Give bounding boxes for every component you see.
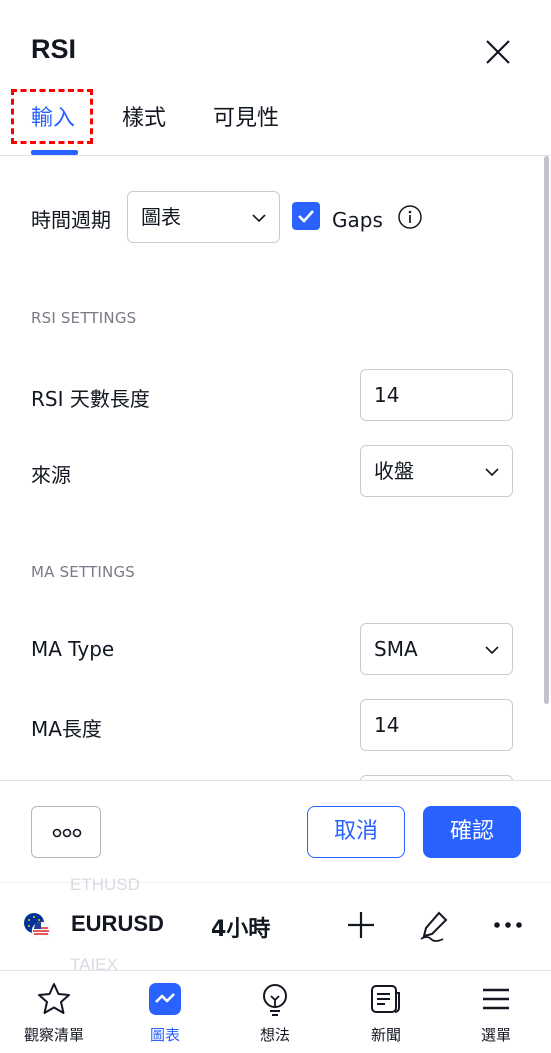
more-dots-icon xyxy=(52,828,82,838)
more-horizontal-icon[interactable] xyxy=(490,907,526,943)
highlight-box xyxy=(11,89,93,144)
star-icon xyxy=(38,983,70,1014)
dialog-title: RSI xyxy=(31,34,77,64)
gaps-label: Gaps xyxy=(332,208,383,232)
lightbulb-icon xyxy=(263,984,287,1016)
timeframe-label: 時間週期 xyxy=(31,208,111,232)
menu-icon xyxy=(483,988,509,1010)
nav-label: 觀察清單 xyxy=(23,1026,84,1044)
source-value: 收盤 xyxy=(374,459,414,483)
nav-ideas[interactable]: 想法 xyxy=(230,971,320,1053)
inputs-panel: 時間週期 圖表 Gaps RSI SETTINGS RSI 天數長度 14 來源… xyxy=(0,156,551,780)
chevron-down-icon xyxy=(485,646,499,655)
dialog-footer: 取消 確認 xyxy=(0,780,551,882)
news-icon xyxy=(371,985,400,1013)
chart-icon xyxy=(149,983,181,1015)
nav-label: 圖表 xyxy=(149,1026,180,1044)
nav-label: 選單 xyxy=(480,1026,511,1044)
close-icon xyxy=(486,40,510,64)
tab-style[interactable]: 樣式 xyxy=(122,100,166,132)
ma-settings-heading: MA SETTINGS xyxy=(31,563,136,581)
rsi-settings-heading: RSI SETTINGS xyxy=(31,309,137,327)
drawing-pen-icon[interactable] xyxy=(417,907,453,943)
chevron-down-icon xyxy=(252,214,266,223)
eu-us-flag-icon xyxy=(22,911,52,941)
nav-watchlist[interactable]: 觀察清單 xyxy=(9,971,99,1053)
checkmark-icon xyxy=(298,210,314,223)
bottom-navigation: 觀察清單 圖表 想法 新聞 選單 xyxy=(0,970,551,1053)
ma-length-input[interactable]: 14 xyxy=(360,699,513,751)
symbol-name[interactable]: EURUSD xyxy=(71,911,164,937)
ghost-symbol-above: ETHUSD xyxy=(70,875,140,894)
scrollbar[interactable] xyxy=(544,156,549,704)
chevron-down-icon xyxy=(485,468,499,477)
timeframe-select[interactable]: 圖表 xyxy=(127,191,280,243)
nav-menu[interactable]: 選單 xyxy=(451,971,541,1053)
timeframe-value: 圖表 xyxy=(141,205,181,229)
ma-type-label: MA Type xyxy=(31,637,115,661)
ma-type-select[interactable]: SMA xyxy=(360,623,513,675)
cancel-button[interactable]: 取消 xyxy=(307,806,405,858)
ma-length-label: MA長度 xyxy=(31,717,102,741)
gaps-checkbox[interactable] xyxy=(292,202,320,230)
symbol-toolbar: ETHUSD TAIEX EURUSD 4小時 xyxy=(0,875,551,974)
add-icon[interactable] xyxy=(343,907,379,943)
rsi-length-label: RSI 天數長度 xyxy=(31,387,150,411)
close-button[interactable] xyxy=(482,36,514,68)
source-label: 來源 xyxy=(31,463,71,487)
tab-visibility[interactable]: 可見性 xyxy=(213,100,279,132)
rsi-length-input[interactable]: 14 xyxy=(360,369,513,421)
confirm-button[interactable]: 確認 xyxy=(423,806,521,858)
ma-type-value: SMA xyxy=(374,637,418,661)
interval-button[interactable]: 4小時 xyxy=(211,911,270,943)
more-options-button[interactable] xyxy=(31,806,101,858)
nav-news[interactable]: 新聞 xyxy=(341,971,431,1053)
nav-label: 想法 xyxy=(259,1026,290,1044)
dialog-header: RSI 輸入 樣式 可見性 xyxy=(0,0,551,156)
nav-chart[interactable]: 圖表 xyxy=(120,971,210,1053)
nav-label: 新聞 xyxy=(370,1026,401,1044)
source-select[interactable]: 收盤 xyxy=(360,445,513,497)
info-icon[interactable] xyxy=(397,204,423,230)
